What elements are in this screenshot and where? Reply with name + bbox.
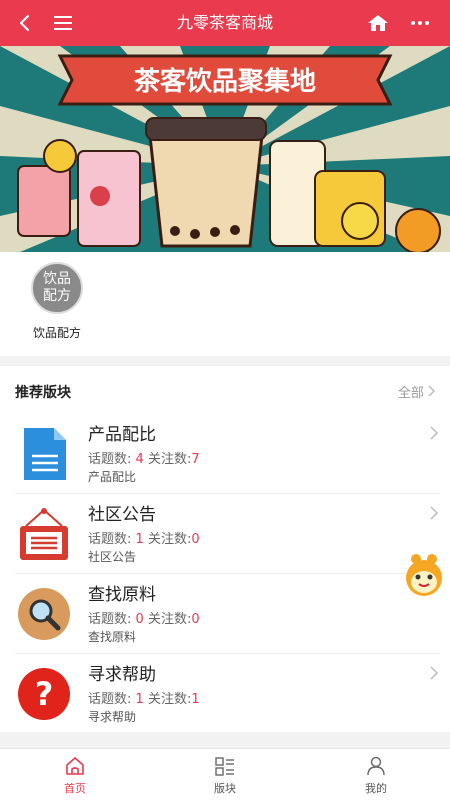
more-dots-icon[interactable]	[405, 8, 435, 38]
topics-label: 话题数:	[88, 612, 132, 627]
section-title: 推荐版块	[15, 385, 71, 401]
category-label: 饮品配方	[32, 326, 81, 340]
topics-label: 话题数:	[88, 452, 132, 467]
bottom-tab-bar: 首页 版块 我的	[0, 748, 450, 800]
forum-item-seek-help[interactable]: ? 寻求帮助 话题数: 1 关注数:1 寻求帮助	[0, 654, 450, 734]
follows-label: 关注数:	[147, 532, 192, 547]
forum-item-find-ingredients[interactable]: 查找原料 话题数: 0 关注数:0 查找原料	[0, 574, 450, 654]
forum-name: 查找原料	[88, 585, 156, 605]
forum-item-announcements[interactable]: 社区公告 话题数: 1 关注数:0 社区公告	[0, 494, 450, 574]
chevron-right-icon	[430, 426, 438, 440]
forum-name: 产品配比	[88, 425, 156, 445]
tab-profile[interactable]: 我的	[336, 755, 416, 796]
tab-home[interactable]: 首页	[35, 755, 115, 796]
top-bar: 九零茶客商城	[0, 0, 450, 46]
forum-name: 社区公告	[88, 505, 156, 525]
forum-description: 产品配比	[88, 470, 137, 484]
forum-item-product-ratio[interactable]: 产品配比 话题数: 4 关注数:7 产品配比	[0, 414, 450, 494]
topics-count: 1	[135, 532, 144, 547]
chevron-right-icon	[430, 666, 438, 680]
magnifier-icon	[18, 588, 70, 640]
view-all-link[interactable]: 全部	[398, 382, 436, 401]
category-row: 饮品配方 饮品配方	[0, 252, 450, 356]
tab-label: 版块	[214, 782, 236, 795]
tab-label: 我的	[365, 782, 387, 795]
topics-count: 4	[135, 452, 144, 467]
follows-count: 0	[191, 532, 200, 547]
follows-count: 0	[191, 612, 200, 627]
home-tab-icon	[66, 756, 84, 775]
profile-tab-icon	[367, 756, 385, 776]
forum-stats: 话题数: 1 关注数:1	[88, 688, 200, 707]
topics-label: 话题数:	[88, 692, 132, 707]
view-all-label: 全部	[397, 386, 424, 401]
forum-name: 寻求帮助	[88, 665, 156, 685]
drink-recipe-icon: 饮品配方	[31, 262, 83, 314]
category-item-drink-recipes[interactable]: 饮品配方 饮品配方	[22, 262, 92, 341]
chevron-right-icon	[430, 506, 438, 520]
follows-label: 关注数:	[147, 692, 192, 707]
svg-text:?: ?	[35, 675, 54, 713]
forum-stats: 话题数: 1 关注数:0	[88, 528, 200, 547]
banner-illustration: 茶客饮品聚集地	[0, 46, 450, 252]
follows-count: 1	[191, 692, 200, 707]
category-icon-text: 饮品配方	[43, 271, 71, 304]
forum-description: 查找原料	[88, 630, 137, 644]
topics-label: 话题数:	[88, 532, 132, 547]
notice-board-icon	[20, 508, 68, 560]
recommended-section: 推荐版块 全部 产品配比 话题数: 4 关注数:7 产品配比 社区公告 话题数:…	[0, 366, 450, 732]
promo-banner[interactable]: 茶客饮品聚集地	[0, 46, 450, 252]
banner-title: 茶客饮品聚集地	[134, 66, 316, 97]
follows-label: 关注数:	[147, 612, 192, 627]
forum-description: 寻求帮助	[88, 710, 137, 724]
forum-stats: 话题数: 4 关注数:7	[88, 448, 200, 467]
topics-count: 0	[135, 612, 144, 627]
floating-mascot-button[interactable]	[404, 553, 444, 597]
chevron-right-icon	[428, 385, 436, 397]
follows-count: 7	[191, 452, 200, 467]
blocks-tab-icon	[215, 757, 234, 776]
mascot-face-icon	[406, 554, 442, 596]
tab-label: 首页	[64, 782, 86, 795]
tab-blocks[interactable]: 版块	[185, 755, 265, 796]
help-question-icon: ?	[18, 668, 70, 720]
forum-description: 社区公告	[88, 550, 137, 564]
topics-count: 1	[135, 692, 144, 707]
document-icon	[24, 428, 66, 480]
follows-label: 关注数:	[147, 452, 192, 467]
home-icon[interactable]	[363, 8, 393, 38]
forum-stats: 话题数: 0 关注数:0	[88, 608, 200, 627]
